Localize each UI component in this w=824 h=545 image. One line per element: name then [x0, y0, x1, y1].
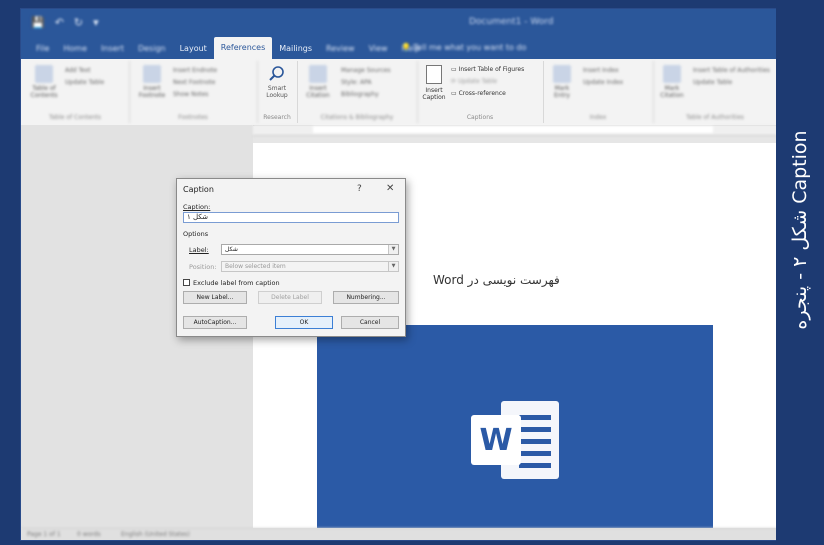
- group-title: Footnotes: [178, 114, 208, 121]
- update-toa-button[interactable]: Update Table: [693, 79, 732, 86]
- add-text-button[interactable]: Add Text: [65, 67, 91, 74]
- smart-lookup-button[interactable]: Smart Lookup: [261, 65, 293, 99]
- ribbon-tabs-bar: File Home Insert Design Layout Reference…: [21, 37, 777, 59]
- position-field-label: Position:: [189, 263, 217, 271]
- group-authorities: Mark Citation Insert Table of Authoritie…: [653, 61, 777, 123]
- group-title: Table of Contents: [48, 114, 102, 121]
- tab-design[interactable]: Design: [131, 39, 173, 59]
- tab-references[interactable]: References: [213, 37, 273, 59]
- tab-review[interactable]: Review: [319, 39, 362, 59]
- position-select[interactable]: Below selected item ▼: [221, 261, 399, 272]
- group-index: Mark Entry Insert Index Update Index Ind…: [543, 61, 654, 123]
- group-citations: Insert Citation Manage Sources Style: AP…: [297, 61, 418, 123]
- close-icon[interactable]: ✕: [386, 183, 394, 194]
- mark-citation-button[interactable]: Mark Citation: [657, 65, 687, 99]
- title-bar: 💾 ↶ ↻ ▾ Document1 - Word: [21, 9, 777, 37]
- group-captions: Insert Caption ▭ Insert Table of Figures…: [417, 61, 544, 123]
- group-title: Index: [589, 114, 607, 121]
- insert-citation-button[interactable]: Insert Citation: [301, 65, 335, 99]
- cancel-button[interactable]: Cancel: [341, 316, 399, 329]
- mark-citation-icon: [663, 65, 681, 83]
- group-title: Citations & Bibliography: [320, 114, 394, 121]
- tab-file[interactable]: File: [29, 39, 56, 59]
- toc-button[interactable]: Table of Contents: [27, 65, 61, 99]
- cross-reference-button[interactable]: ▭ Cross-reference: [451, 90, 506, 97]
- chevron-down-icon: ▼: [388, 262, 398, 271]
- quick-access-toolbar: 💾 ↶ ↻ ▾: [31, 16, 99, 29]
- group-footnotes: Insert Footnote Insert Endnote Next Foot…: [129, 61, 258, 123]
- insert-footnote-button[interactable]: Insert Footnote: [135, 65, 169, 99]
- group-toc: Table of Contents Add Text Update Table …: [21, 61, 130, 123]
- customize-qat-icon[interactable]: ▾: [93, 16, 99, 29]
- language-indicator[interactable]: English (United States): [121, 531, 190, 538]
- exclude-label-checkbox[interactable]: [183, 279, 190, 286]
- tab-view[interactable]: View: [362, 39, 395, 59]
- save-icon[interactable]: 💾: [31, 16, 45, 29]
- insert-index-button[interactable]: Insert Index: [583, 67, 619, 74]
- horizontal-ruler[interactable]: [253, 125, 777, 136]
- tell-me-text: Tell me what you want to do: [413, 43, 527, 52]
- update-table-button[interactable]: ⟳ Update Table: [451, 78, 497, 85]
- label-field-label: Label:: [189, 246, 209, 254]
- caption-dialog: Caption ? ✕ Caption: شکل ۱ Options Label…: [176, 178, 406, 337]
- insert-caption-button[interactable]: Insert Caption: [419, 65, 449, 101]
- group-title: Table of Authorities: [686, 114, 744, 121]
- tab-mailings[interactable]: Mailings: [272, 39, 319, 59]
- citation-icon: [309, 65, 327, 83]
- exclude-label-text: Exclude label from caption: [193, 279, 280, 287]
- document-heading: فهرست نویسی در Word: [433, 273, 560, 287]
- insert-caption-icon: [426, 65, 442, 84]
- tab-insert[interactable]: Insert: [94, 39, 131, 59]
- word-logo-icon: W: [471, 401, 559, 479]
- new-label-button[interactable]: New Label...: [183, 291, 247, 304]
- mark-entry-icon: [553, 65, 571, 83]
- magnifier-icon: [268, 65, 286, 83]
- group-title: Captions: [466, 114, 494, 121]
- toc-icon: [35, 65, 53, 83]
- tab-layout[interactable]: Layout: [173, 39, 214, 59]
- footnote-icon: [143, 65, 161, 83]
- label-select[interactable]: شکل ▼: [221, 244, 399, 255]
- chevron-down-icon: ▼: [388, 245, 398, 254]
- word-logo-image[interactable]: W: [317, 325, 713, 528]
- insert-endnote-button[interactable]: Insert Endnote: [173, 67, 217, 74]
- redo-icon[interactable]: ↻: [74, 16, 83, 29]
- update-toc-button[interactable]: Update Table: [65, 79, 104, 86]
- caption-input[interactable]: شکل ۱: [183, 212, 399, 223]
- insert-toa-button[interactable]: Insert Table of Authorities: [693, 67, 770, 74]
- tell-me-search[interactable]: 💡 Tell me what you want to do: [401, 43, 526, 52]
- page-count[interactable]: Page 1 of 1: [27, 531, 61, 538]
- delete-label-button[interactable]: Delete Label: [258, 291, 322, 304]
- bibliography-button[interactable]: Bibliography: [341, 91, 379, 98]
- mark-entry-button[interactable]: Mark Entry: [547, 65, 577, 99]
- dialog-title: Caption: [183, 185, 214, 194]
- figure-caption-text: شکل ۲ - پنجره Caption: [789, 130, 811, 330]
- status-bar: Page 1 of 1 0 words English (United Stat…: [21, 528, 777, 540]
- next-footnote-button[interactable]: Next Footnote: [173, 79, 215, 86]
- manage-sources-button[interactable]: Manage Sources: [341, 67, 390, 74]
- svg-text:W: W: [479, 423, 512, 458]
- group-title: Research: [263, 114, 291, 121]
- numbering-button[interactable]: Numbering...: [333, 291, 399, 304]
- citation-style-select[interactable]: Style: APA: [341, 79, 371, 86]
- ribbon: Table of Contents Add Text Update Table …: [21, 59, 777, 126]
- ok-button[interactable]: OK: [275, 316, 333, 329]
- word-count[interactable]: 0 words: [77, 531, 101, 538]
- help-button[interactable]: ?: [357, 184, 362, 194]
- window-title: Document1 - Word: [469, 17, 554, 27]
- options-label: Options: [183, 230, 209, 238]
- tab-home[interactable]: Home: [56, 39, 94, 59]
- label-select-value: شکل: [225, 246, 238, 253]
- autocaption-button[interactable]: AutoCaption...: [183, 316, 247, 329]
- group-research: Smart Lookup Research: [257, 61, 298, 123]
- position-select-value: Below selected item: [225, 263, 286, 270]
- figure-caption-sidebar: شکل ۲ - پنجره Caption: [776, 0, 824, 545]
- update-index-button[interactable]: Update Index: [583, 79, 623, 86]
- undo-icon[interactable]: ↶: [55, 16, 64, 29]
- show-notes-button[interactable]: Show Notes: [173, 91, 208, 98]
- insert-table-of-figures-button[interactable]: ▭ Insert Table of Figures: [451, 66, 524, 73]
- caption-field-label: Caption:: [183, 203, 211, 211]
